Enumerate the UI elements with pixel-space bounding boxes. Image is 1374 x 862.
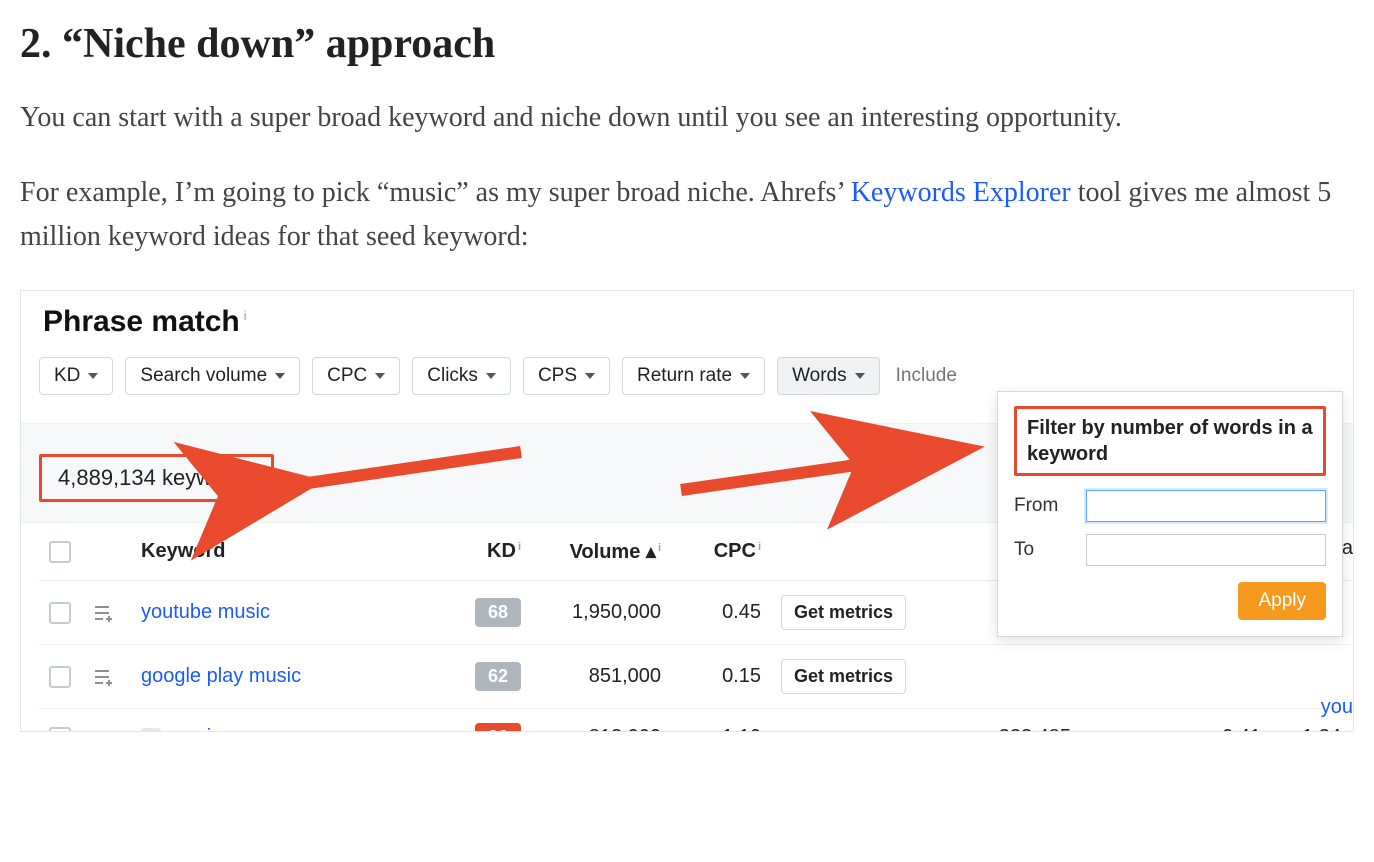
words-from-input[interactable]: [1086, 490, 1326, 522]
col-kd-label: KD: [487, 540, 516, 562]
add-to-list-icon[interactable]: [93, 668, 121, 686]
popover-from-row: From: [1014, 490, 1326, 522]
panel-title: Phrase match: [43, 305, 1335, 339]
filter-search-volume-label: Search volume: [140, 365, 267, 387]
filter-words-label: Words: [792, 365, 847, 387]
col-volume[interactable]: Volume ▴: [531, 523, 671, 581]
article-paragraph-1: You can start with a super broad keyword…: [20, 96, 1354, 139]
checkbox-all[interactable]: [49, 541, 71, 563]
question-badge: ?: [141, 728, 161, 732]
panel-title-text: Phrase match: [43, 305, 240, 338]
popover-to-row: To: [1014, 534, 1326, 566]
info-icon: [516, 540, 521, 562]
row-checkbox[interactable]: [49, 602, 71, 624]
cpc-cell: 1.10: [671, 709, 771, 733]
sort-up-icon: ▴: [646, 541, 656, 563]
cpc-cell: 0.15: [671, 645, 771, 709]
filter-cps-label: CPS: [538, 365, 577, 387]
keyword-count: 4,889,134 keywords: [39, 454, 274, 502]
info-icon: [656, 541, 661, 563]
keywords-explorer-link[interactable]: Keywords Explorer: [851, 177, 1071, 208]
keyword-link[interactable]: music: [169, 726, 221, 732]
to-label: To: [1014, 539, 1070, 561]
clicks-cell: 333,485: [951, 709, 1081, 733]
chevron-down-icon: [585, 373, 595, 379]
volume-cell: 813,000: [531, 709, 671, 733]
keyword-link[interactable]: google play music: [141, 665, 301, 687]
words-filter-popover: Filter by number of words in a keyword F…: [997, 391, 1343, 637]
info-icon: [240, 305, 247, 338]
kd-badge: 62: [475, 662, 521, 691]
col-metrics: [771, 523, 951, 581]
col-checkbox: [39, 523, 83, 581]
col-cpc[interactable]: CPC: [671, 523, 771, 581]
clicks-cell: [951, 645, 1081, 709]
article-paragraph-2: For example, I’m going to pick “music” a…: [20, 171, 1354, 258]
get-metrics-button[interactable]: Get metrics: [781, 595, 906, 630]
clicks-bar: [771, 709, 951, 733]
col-icon: [83, 523, 131, 581]
edge-cutoff-text: you: [1321, 696, 1353, 719]
filter-clicks[interactable]: Clicks: [412, 357, 511, 395]
add-to-list-icon[interactable]: [93, 604, 121, 622]
filter-kd-label: KD: [54, 365, 80, 387]
extra1-cell: 0.41: [1191, 709, 1271, 733]
filter-return-rate[interactable]: Return rate: [622, 357, 765, 395]
edge-cutoff-text: a: [1342, 537, 1353, 560]
tool-screenshot-panel: Phrase match KD Search volume CPC Clicks…: [20, 290, 1354, 732]
volume-cell: 851,000: [531, 645, 671, 709]
filter-cpc-label: CPC: [327, 365, 367, 387]
get-metrics-button[interactable]: Get metrics: [781, 659, 906, 694]
volume-cell: 1,950,000: [531, 581, 671, 645]
info-icon: [756, 540, 761, 562]
row-checkbox[interactable]: [49, 666, 71, 688]
col-kd[interactable]: KD: [451, 523, 531, 581]
chevron-down-icon: [740, 373, 750, 379]
table-row: google play music 62 851,000 0.15 Get me…: [39, 645, 1351, 709]
filter-clicks-label: Clicks: [427, 365, 478, 387]
filter-kd[interactable]: KD: [39, 357, 113, 395]
keyword-link[interactable]: youtube music: [141, 601, 270, 623]
kd-badge: 68: [475, 598, 521, 627]
col-cpc-label: CPC: [714, 540, 756, 562]
article-paragraph-2-a: For example, I’m going to pick “music” a…: [20, 177, 851, 208]
kd-badge: 96: [475, 723, 521, 732]
filter-bar: KD Search volume CPC Clicks CPS Return r…: [39, 357, 1335, 395]
popover-title: Filter by number of words in a keyword: [1014, 406, 1326, 476]
article-heading: 2. “Niche down” approach: [20, 20, 1354, 68]
cpc-cell: 0.45: [671, 581, 771, 645]
annotation-arrow-right: [671, 442, 971, 507]
apply-button[interactable]: Apply: [1238, 582, 1326, 620]
chevron-down-icon: [486, 373, 496, 379]
filter-cps[interactable]: CPS: [523, 357, 610, 395]
filter-return-rate-label: Return rate: [637, 365, 732, 387]
include-input[interactable]: [892, 358, 1145, 394]
chevron-down-icon: [855, 373, 865, 379]
col-volume-label: Volume: [570, 541, 641, 563]
col-keyword-label: Keyword: [141, 540, 225, 562]
filter-search-volume[interactable]: Search volume: [125, 357, 300, 395]
row-checkbox[interactable]: [49, 727, 71, 732]
chevron-down-icon: [88, 373, 98, 379]
col-keyword[interactable]: Keyword: [131, 523, 451, 581]
filter-cpc[interactable]: CPC: [312, 357, 400, 395]
dist-bar: [1081, 709, 1191, 733]
annotation-arrow-left: [291, 442, 531, 507]
words-to-input[interactable]: [1086, 534, 1326, 566]
filter-words[interactable]: Words: [777, 357, 880, 395]
add-to-list-icon[interactable]: [93, 729, 121, 733]
chevron-down-icon: [275, 373, 285, 379]
chevron-down-icon: [375, 373, 385, 379]
from-label: From: [1014, 495, 1070, 517]
table-row: ?music 96 813,000 1.10 333,485 0.41 1.34: [39, 709, 1351, 733]
